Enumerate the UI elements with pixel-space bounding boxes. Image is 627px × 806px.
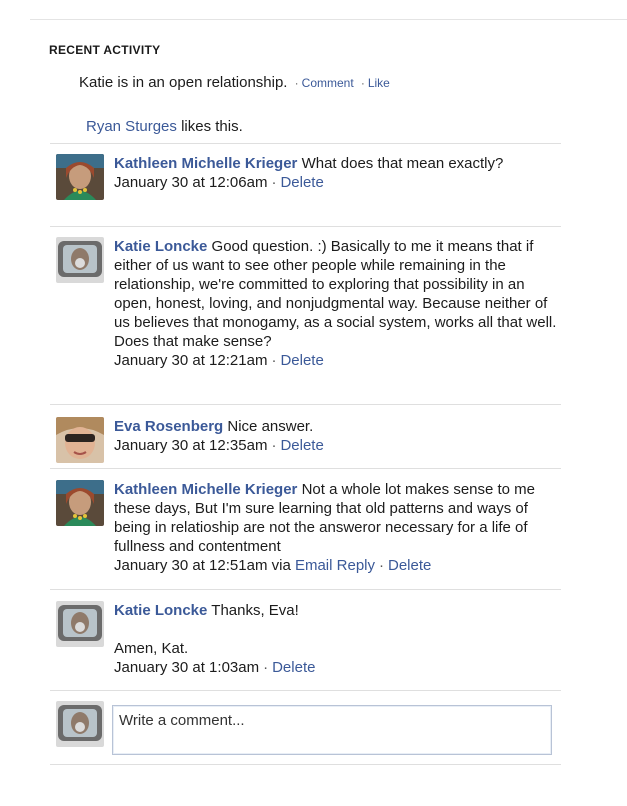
separator: ·	[263, 659, 269, 676]
comment-time: January 30 at 12:06am	[114, 174, 268, 191]
comment-body: Kathleen Michelle Krieger Not a whole lo…	[114, 480, 559, 575]
email-reply-link[interactable]: Email Reply	[295, 557, 375, 574]
comment-author-link[interactable]: Eva Rosenberg	[114, 418, 223, 435]
avatar[interactable]	[56, 417, 104, 463]
comment-link[interactable]: Comment	[302, 76, 354, 90]
avatar[interactable]	[56, 237, 104, 283]
divider	[50, 404, 561, 405]
separator: ·	[360, 76, 365, 90]
delete-link[interactable]: Delete	[388, 557, 431, 574]
comment-time: January 30 at 1:03am	[114, 659, 260, 676]
divider	[50, 589, 561, 590]
delete-link[interactable]: Delete	[280, 174, 323, 191]
separator: ·	[271, 437, 277, 454]
write-comment-input[interactable]: Write a comment...	[112, 705, 552, 755]
avatar	[56, 701, 104, 747]
comment-body: Katie Loncke Good question. :) Basically…	[114, 237, 559, 370]
separator: ·	[294, 76, 299, 90]
comment-meta: January 30 at 12:51am via Email Reply · De…	[114, 556, 559, 575]
avatar[interactable]	[56, 480, 104, 526]
divider	[50, 226, 561, 227]
likes-text: likes this.	[181, 118, 243, 135]
delete-link[interactable]: Delete	[280, 352, 323, 369]
via-text: via	[271, 557, 291, 574]
separator: ·	[379, 557, 384, 574]
comment-extra-text: Amen, Kat.	[114, 640, 189, 657]
comment-author-link[interactable]: Katie Loncke	[114, 602, 207, 619]
status-text: Katie is in an open relationship.	[79, 74, 288, 91]
comment-body: Eva Rosenberg Nice answer. January 30 at…	[114, 417, 559, 455]
comment-text: Thanks, Eva!	[211, 602, 299, 619]
bottom-divider	[50, 764, 561, 765]
liker-name-link[interactable]: Ryan Sturges	[86, 118, 177, 135]
divider	[50, 468, 561, 469]
comment-time: January 30 at 12:35am	[114, 437, 268, 454]
separator: ·	[271, 174, 277, 191]
avatar[interactable]	[56, 601, 104, 647]
delete-link[interactable]: Delete	[272, 659, 315, 676]
comment-author-link[interactable]: Kathleen Michelle Krieger	[114, 481, 297, 498]
comment-time: January 30 at 12:21am	[114, 352, 268, 369]
like-link[interactable]: Like	[368, 76, 390, 90]
comment-body: Katie Loncke Thanks, Eva! Amen, Kat. Jan…	[114, 601, 559, 677]
comment-time: January 30 at 12:51am	[114, 557, 268, 574]
likes-line: Ryan Sturges likes this.	[86, 118, 243, 135]
divider	[50, 690, 561, 691]
comment-meta: January 30 at 1:03am · Delete	[114, 658, 559, 677]
comment-text: Nice answer.	[227, 418, 314, 435]
section-title: RECENT ACTIVITY	[49, 43, 161, 57]
divider	[50, 143, 561, 144]
status-line: Katie is in an open relationship. · Comme…	[79, 74, 390, 91]
avatar[interactable]	[56, 154, 104, 200]
comment-text: What does that mean exactly?	[301, 155, 504, 172]
comment-author-link[interactable]: Katie Loncke	[114, 238, 207, 255]
comment-body: Kathleen Michelle Krieger What does that…	[114, 154, 559, 192]
delete-link[interactable]: Delete	[280, 437, 323, 454]
comment-meta: January 30 at 12:06am · Delete	[114, 173, 559, 192]
top-divider	[30, 19, 627, 20]
separator: ·	[271, 352, 277, 369]
comment-meta: January 30 at 12:21am · Delete	[114, 351, 559, 370]
comment-author-link[interactable]: Kathleen Michelle Krieger	[114, 155, 297, 172]
comment-meta: January 30 at 12:35am · Delete	[114, 436, 559, 455]
